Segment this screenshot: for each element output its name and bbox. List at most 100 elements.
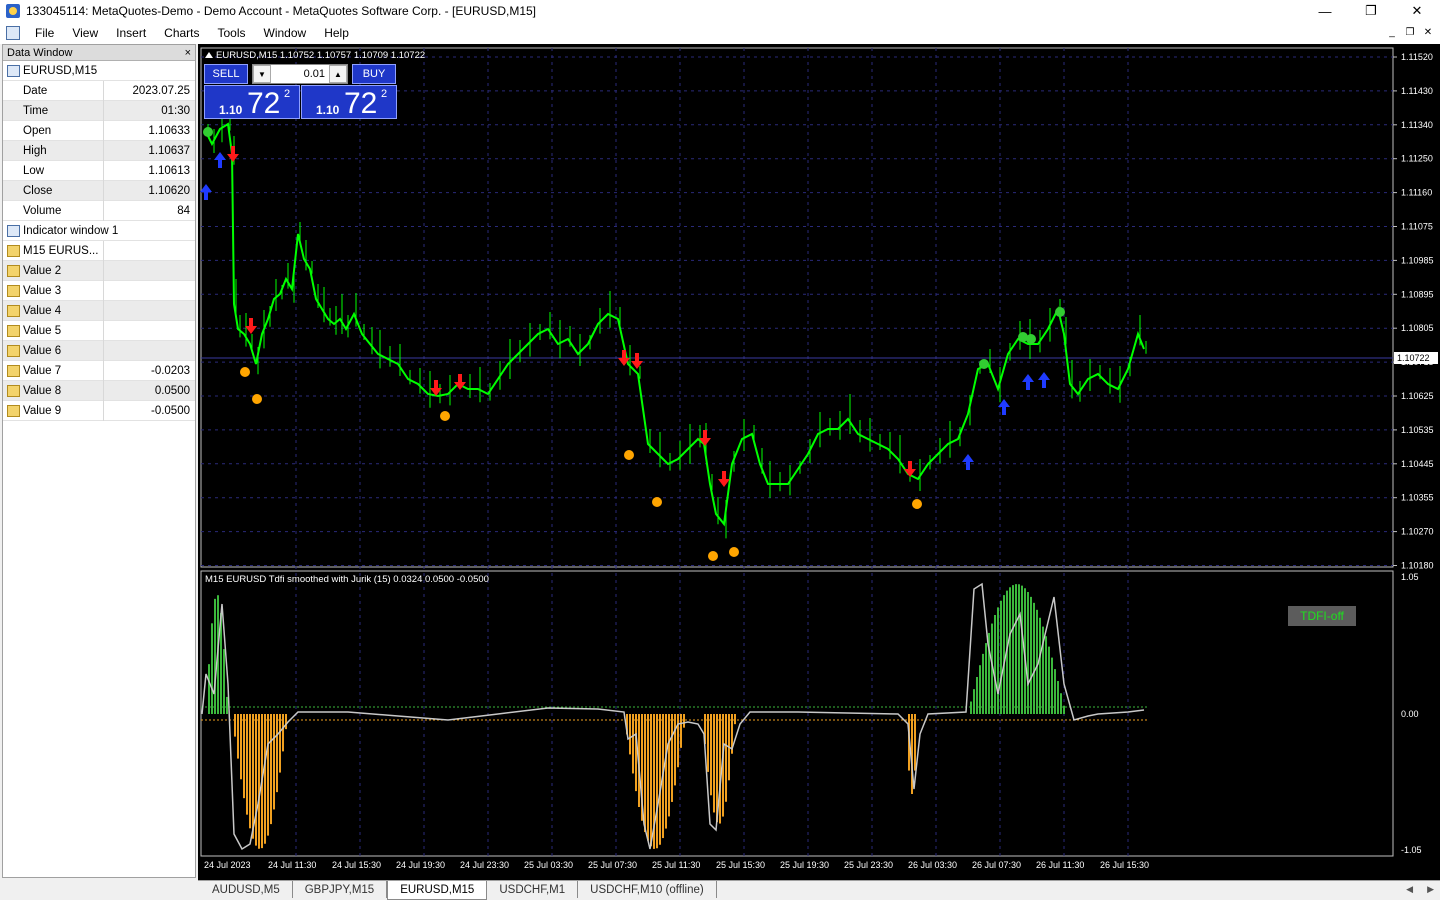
price-tick-label: 1.11430 xyxy=(1401,86,1433,96)
indicator-icon xyxy=(7,404,20,417)
window-title: 133045114: MetaQuotes-Demo - Demo Accoun… xyxy=(26,4,536,18)
sell-arrow-icon xyxy=(227,146,239,162)
lot-increase-icon[interactable]: ▲ xyxy=(329,65,347,83)
mdi-minimize-button[interactable]: _ xyxy=(1384,24,1400,40)
buy-arrow-icon xyxy=(200,184,212,200)
buy-price-main: 72 xyxy=(344,87,378,120)
data-row-close: Close 1.10620 xyxy=(3,180,195,201)
chart-window[interactable]: 1.11520 1.11430 1.11340 1.11250 1.11160 1.110… xyxy=(198,44,1440,880)
indicator-value-row: Value 5 xyxy=(3,320,195,341)
menu-view[interactable]: View xyxy=(63,26,107,40)
data-row-label: High xyxy=(3,140,104,161)
data-window-symbol-row[interactable]: EURUSD,M15 xyxy=(3,61,195,81)
price-tick-label: 1.10985 xyxy=(1401,255,1434,265)
lot-decrease-icon[interactable]: ▼ xyxy=(253,65,271,83)
mdi-controls: _ ❐ ✕ xyxy=(1384,24,1436,40)
sell-arrow-icon xyxy=(718,471,730,487)
price-tick-label: 1.10625 xyxy=(1401,391,1434,401)
one-click-trading-panel: SELL ▼ 0.01 ▲ BUY 1.10 72 2 1.10 72 2 xyxy=(204,64,397,120)
price-tick-label: 1.10270 xyxy=(1401,527,1434,537)
mdi-close-button[interactable]: ✕ xyxy=(1420,24,1436,40)
data-row-date: Date 2023.07.25 xyxy=(3,80,195,101)
data-row-label: Time xyxy=(3,100,104,121)
main-chart-frame xyxy=(200,47,1394,568)
mdi-restore-button[interactable]: ❐ xyxy=(1402,24,1418,40)
indicator-tick-label: 1.05 xyxy=(1401,572,1419,582)
indicator-value-row: Value 7 -0.0203 xyxy=(3,360,195,381)
price-tick-label: 1.11520 xyxy=(1401,52,1433,62)
sell-button[interactable]: SELL xyxy=(204,64,248,84)
chart-tab[interactable]: USDCHF,M10 (offline) xyxy=(578,881,717,898)
price-tick-label: 1.10895 xyxy=(1401,289,1434,299)
menu-bar: File View Insert Charts Tools Window Hel… xyxy=(0,22,1440,44)
buy-arrow-icon xyxy=(214,152,226,168)
maximize-button[interactable]: ❐ xyxy=(1348,0,1394,22)
bear-signal-dot xyxy=(624,450,634,460)
buy-price[interactable]: 1.10 72 2 xyxy=(301,85,397,120)
menu-charts[interactable]: Charts xyxy=(155,26,208,40)
data-row-high: High 1.10637 xyxy=(3,140,195,161)
time-tick-label: 25 Jul 03:30 xyxy=(524,860,573,870)
time-tick-label: 26 Jul 03:30 xyxy=(908,860,957,870)
time-tick-label: 24 Jul 11:30 xyxy=(268,860,316,870)
indicator-row-value: 0.0500 xyxy=(154,384,190,397)
bear-signal-dot xyxy=(240,367,250,377)
data-row-time: Time 01:30 xyxy=(3,100,195,121)
bear-signal-dot xyxy=(652,497,662,507)
indicator-icon xyxy=(7,264,20,277)
indicator-icon xyxy=(7,344,20,357)
indicator-value-row: Value 2 xyxy=(3,260,195,281)
metatrader-app-icon xyxy=(6,4,20,18)
chart-header: EURUSD,M15 1.10752 1.10757 1.10709 1.107… xyxy=(216,50,425,61)
menu-help[interactable]: Help xyxy=(315,26,358,40)
chart-collapse-icon xyxy=(205,52,213,58)
time-tick-label: 25 Jul 07:30 xyxy=(588,860,637,870)
indicator-row-value: -0.0500 xyxy=(150,404,190,417)
lot-size-value[interactable]: 0.01 xyxy=(271,68,329,80)
sell-price[interactable]: 1.10 72 2 xyxy=(204,85,300,120)
indicator-icon xyxy=(7,284,20,297)
price-tick-label: 1.10535 xyxy=(1401,425,1434,435)
indicator-value-row: Value 4 xyxy=(3,300,195,321)
chart-tab[interactable]: EURUSD,M15 xyxy=(387,881,488,900)
indicator-row-label: Value 2 xyxy=(23,264,62,277)
chart-tab[interactable]: USDCHF,M1 xyxy=(487,881,579,898)
time-tick-label: 26 Jul 07:30 xyxy=(972,860,1021,870)
lot-size-field[interactable]: ▼ 0.01 ▲ xyxy=(252,64,348,84)
indicator-value-row: Value 8 0.0500 xyxy=(3,380,195,401)
menu-insert[interactable]: Insert xyxy=(107,26,155,40)
data-row-label: Open xyxy=(3,120,104,141)
data-window-close-button[interactable]: × xyxy=(185,47,191,59)
close-button[interactable]: ✕ xyxy=(1394,0,1440,22)
menu-tools[interactable]: Tools xyxy=(209,26,255,40)
indicator-window-row[interactable]: Indicator window 1 xyxy=(3,221,195,241)
data-row-open: Open 1.10633 xyxy=(3,120,195,141)
tdfi-status-badge[interactable]: TDFI-off xyxy=(1288,606,1356,626)
tabs-scroll-right-icon[interactable]: ▶ xyxy=(1427,884,1434,895)
chart-window-icon[interactable] xyxy=(6,26,20,40)
time-tick-label: 24 Jul 23:30 xyxy=(460,860,509,870)
chart-tab[interactable]: GBPJPY,M15 xyxy=(293,881,388,898)
indicator-row-label: Value 9 xyxy=(23,404,62,417)
chart-tab[interactable]: AUDUSD,M5 xyxy=(200,881,293,898)
buy-arrow-icon xyxy=(1038,372,1050,388)
data-row-label: Low xyxy=(3,160,104,181)
indicator-header: M15 EURUSD Tdfi smoothed with Jurik (15)… xyxy=(205,574,489,585)
data-row-value: 1.10637 xyxy=(148,144,190,157)
minimize-button[interactable]: — xyxy=(1302,0,1348,22)
indicator-row-label: M15 EURUS... xyxy=(23,244,99,257)
buy-button[interactable]: BUY xyxy=(352,64,396,84)
time-tick-label: 25 Jul 19:30 xyxy=(780,860,829,870)
data-row-low: Low 1.10613 xyxy=(3,160,195,181)
sell-arrow-icon xyxy=(699,430,711,446)
price-tick-label: 1.10180 xyxy=(1401,561,1434,571)
price-tick-label: 1.10445 xyxy=(1401,459,1434,469)
bull-signal-dot xyxy=(1055,307,1065,317)
tabs-scroll-left-icon[interactable]: ◀ xyxy=(1406,884,1413,895)
menu-window[interactable]: Window xyxy=(255,26,316,40)
menu-file[interactable]: File xyxy=(26,26,63,40)
data-row-label: Volume xyxy=(3,200,104,221)
price-chart-svg[interactable]: 1.11520 1.11430 1.11340 1.11250 1.11160 1.110… xyxy=(198,44,1440,880)
data-row-value: 01:30 xyxy=(161,104,190,117)
buy-price-prefix: 1.10 xyxy=(316,103,340,117)
